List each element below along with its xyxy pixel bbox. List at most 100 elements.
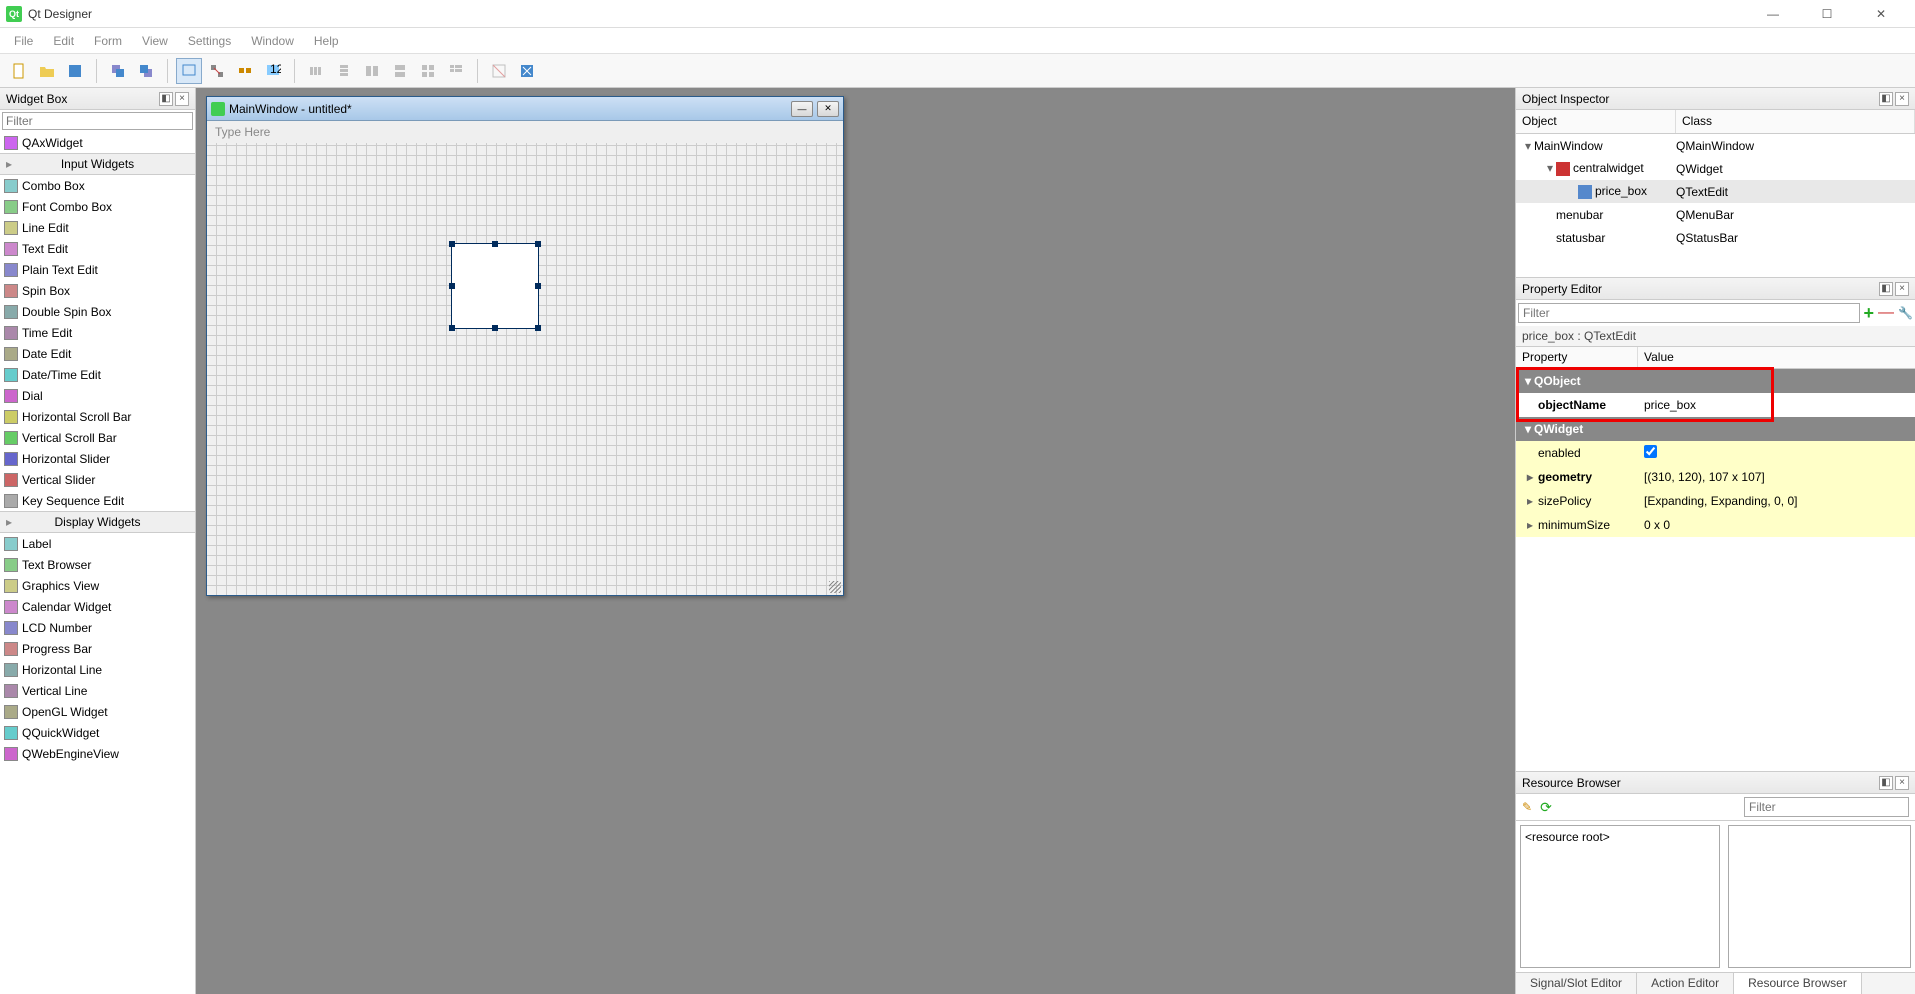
resize-handle[interactable] [449,283,455,289]
edit-buddies-icon[interactable] [232,58,258,84]
widget-item[interactable]: Double Spin Box [0,301,195,322]
widget-item[interactable]: Label [0,533,195,554]
chevron-icon[interactable]: ▸ [1524,470,1536,484]
resize-handle[interactable] [535,241,541,247]
minimize-button[interactable]: — [1755,4,1791,24]
property-col-name[interactable]: Property [1516,347,1638,368]
property-table[interactable]: Property Value ▾QObject objectName price… [1516,347,1915,771]
property-value[interactable] [1638,445,1915,461]
selected-widget[interactable] [451,243,539,329]
object-inspector-table[interactable]: Object Class ▾MainWindowQMainWindow▾cent… [1516,110,1915,277]
property-value[interactable]: [(310, 120), 107 x 107] [1638,470,1915,484]
resize-handle[interactable] [492,241,498,247]
form-titlebar[interactable]: MainWindow - untitled* — ✕ [207,97,843,121]
edit-tab-order-icon[interactable]: 12 [260,58,286,84]
property-remove-icon[interactable]: — [1878,304,1894,322]
widget-item[interactable]: Font Combo Box [0,196,195,217]
break-layout-icon[interactable] [486,58,512,84]
object-row[interactable]: ▾centralwidgetQWidget [1516,157,1915,180]
layout-form-icon[interactable] [443,58,469,84]
property-row[interactable]: ▸sizePolicy[Expanding, Expanding, 0, 0] [1516,489,1915,513]
form-window[interactable]: MainWindow - untitled* — ✕ Type Here [206,96,844,596]
tab-action-editor[interactable]: Action Editor [1637,973,1734,994]
save-file-icon[interactable] [62,58,88,84]
widget-box-float-button[interactable]: ◧ [159,92,173,106]
property-add-icon[interactable]: + [1864,303,1875,324]
form-minimize-button[interactable]: — [791,101,813,117]
layout-h-icon[interactable] [303,58,329,84]
design-canvas[interactable]: MainWindow - untitled* — ✕ Type Here [196,88,1515,994]
menu-help[interactable]: Help [304,31,349,51]
widget-item[interactable]: Vertical Line [0,680,195,701]
adjust-size-icon[interactable] [514,58,540,84]
bring-front-icon[interactable] [133,58,159,84]
property-category-qwidget[interactable]: ▾QWidget [1516,417,1915,441]
object-inspector-close-button[interactable]: × [1895,92,1909,106]
property-row[interactable]: enabled [1516,441,1915,465]
reload-resources-icon[interactable]: ⟳ [1540,799,1552,816]
chevron-icon[interactable]: ▾ [1544,161,1556,175]
resource-root[interactable]: <resource root> [1525,830,1610,844]
menu-settings[interactable]: Settings [178,31,241,51]
widget-item[interactable]: Date/Time Edit [0,364,195,385]
widget-item[interactable]: Text Browser [0,554,195,575]
property-category-qobject[interactable]: ▾QObject [1516,369,1915,393]
layout-v-icon[interactable] [331,58,357,84]
object-row[interactable]: statusbarQStatusBar [1516,226,1915,249]
widget-list[interactable]: QAxWidget Input Widgets Combo BoxFont Co… [0,132,195,994]
property-col-value[interactable]: Value [1638,347,1915,368]
resource-browser-float-button[interactable]: ◧ [1879,776,1893,790]
widget-item[interactable]: Plain Text Edit [0,259,195,280]
resource-preview[interactable] [1728,825,1911,968]
widget-category-display[interactable]: Display Widgets [0,511,195,533]
resize-handle[interactable] [535,325,541,331]
chevron-icon[interactable]: ▾ [1522,139,1534,153]
property-value[interactable]: [Expanding, Expanding, 0, 0] [1638,494,1915,508]
form-close-button[interactable]: ✕ [817,101,839,117]
widget-item[interactable]: Key Sequence Edit [0,490,195,511]
widget-box-filter-input[interactable] [2,112,193,130]
property-editor-close-button[interactable]: × [1895,282,1909,296]
widget-box-close-button[interactable]: × [175,92,189,106]
widget-item[interactable]: OpenGL Widget [0,701,195,722]
form-body[interactable]: Type Here [207,121,843,595]
property-row[interactable]: ▸geometry[(310, 120), 107 x 107] [1516,465,1915,489]
open-file-icon[interactable] [34,58,60,84]
close-button[interactable]: ✕ [1863,4,1899,24]
edit-resources-icon[interactable]: ✎ [1522,800,1532,814]
widget-item[interactable]: Progress Bar [0,638,195,659]
menu-file[interactable]: File [4,31,43,51]
menu-edit[interactable]: Edit [43,31,84,51]
object-inspector-float-button[interactable]: ◧ [1879,92,1893,106]
layout-grid-icon[interactable] [415,58,441,84]
chevron-icon[interactable]: ▸ [1524,494,1536,508]
object-col-class[interactable]: Class [1676,110,1915,133]
widget-item[interactable]: Combo Box [0,175,195,196]
property-row[interactable]: ▸minimumSize0 x 0 [1516,513,1915,537]
widget-item[interactable]: Horizontal Slider [0,448,195,469]
widget-item[interactable]: Time Edit [0,322,195,343]
tab-resource-browser[interactable]: Resource Browser [1734,973,1862,994]
object-col-object[interactable]: Object [1516,110,1676,133]
widget-item[interactable]: QWebEngineView [0,743,195,764]
property-config-icon[interactable]: 🔧 [1898,306,1913,320]
resource-filter-input[interactable] [1744,797,1909,817]
edit-widgets-icon[interactable] [176,58,202,84]
resize-handle[interactable] [449,241,455,247]
widget-item[interactable]: Line Edit [0,217,195,238]
form-menustrip[interactable]: Type Here [207,121,843,143]
layout-hsplit-icon[interactable] [359,58,385,84]
send-back-icon[interactable] [105,58,131,84]
tab-signal-slot[interactable]: Signal/Slot Editor [1516,973,1637,994]
widget-item[interactable]: Horizontal Line [0,659,195,680]
resource-browser-close-button[interactable]: × [1895,776,1909,790]
form-resize-grip[interactable] [829,581,841,593]
chevron-icon[interactable]: ▸ [1524,518,1536,532]
widget-category-input[interactable]: Input Widgets [0,153,195,175]
property-value[interactable]: price_box [1638,398,1915,412]
object-row[interactable]: menubarQMenuBar [1516,203,1915,226]
menu-form[interactable]: Form [84,31,132,51]
object-row[interactable]: ▾MainWindowQMainWindow [1516,134,1915,157]
object-row[interactable]: price_boxQTextEdit [1516,180,1915,203]
layout-vsplit-icon[interactable] [387,58,413,84]
